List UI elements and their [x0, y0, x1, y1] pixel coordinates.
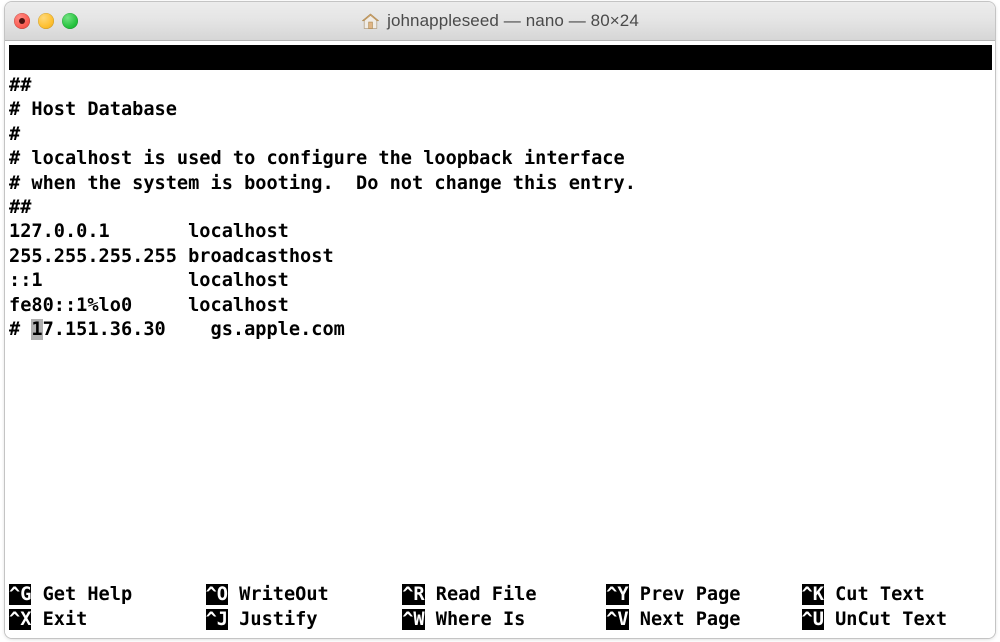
- nano-text-buffer[interactable]: ### Host Database## localhost is used to…: [9, 74, 992, 574]
- shortcut-key: ^J: [206, 609, 228, 630]
- shortcut-label: Exit: [31, 609, 87, 630]
- shortcut-where-is[interactable]: ^W Where Is: [402, 607, 525, 632]
- terminal-window: johnappleseed — nano — 80×24 GNU nano 2.…: [5, 2, 995, 638]
- shortcut-key: ^U: [802, 609, 824, 630]
- buffer-line[interactable]: # Host Database: [9, 98, 177, 122]
- shortcut-label: Get Help: [31, 584, 132, 605]
- buffer-line[interactable]: ##: [9, 74, 31, 98]
- minimize-button[interactable]: [38, 13, 54, 29]
- buffer-line[interactable]: 127.0.0.1 localhost: [9, 220, 289, 244]
- buffer-line[interactable]: #: [9, 123, 20, 147]
- shortcut-prev-page[interactable]: ^Y Prev Page: [606, 582, 740, 607]
- home-icon: [361, 12, 380, 31]
- shortcut-row-1: ^G Get Help ^O WriteOut ^R Read File ^Y Pre…: [9, 582, 992, 607]
- shortcut-label: Read File: [425, 584, 537, 605]
- shortcut-key: ^G: [9, 584, 31, 605]
- shortcut-label: Next Page: [629, 609, 741, 630]
- shortcut-label: Where Is: [425, 609, 526, 630]
- maximize-button[interactable]: [62, 13, 78, 29]
- shortcut-uncut-text[interactable]: ^U UnCut Text: [802, 607, 948, 632]
- buffer-line[interactable]: ##: [9, 196, 31, 220]
- buffer-line[interactable]: ::1 localhost: [9, 269, 289, 293]
- close-button[interactable]: [14, 13, 30, 29]
- shortcut-label: Prev Page: [629, 584, 741, 605]
- shortcut-label: Cut Text: [824, 584, 925, 605]
- nano-shortcut-bar: ^G Get Help ^O WriteOut ^R Read File ^Y Pre…: [9, 582, 992, 634]
- nano-titlebar: GNU nano 2.0.6 File: /private/etc/hosts …: [9, 45, 992, 70]
- shortcut-label: Justify: [228, 609, 318, 630]
- text-cursor: 1: [31, 319, 42, 340]
- shortcut-key: ^R: [402, 584, 424, 605]
- buffer-line[interactable]: # when the system is booting. Do not cha…: [9, 172, 636, 196]
- shortcut-get-help[interactable]: ^G Get Help: [9, 582, 132, 607]
- shortcut-next-page[interactable]: ^V Next Page: [606, 607, 740, 632]
- shortcut-writeout[interactable]: ^O WriteOut: [206, 582, 329, 607]
- buffer-line[interactable]: # localhost is used to configure the loo…: [9, 147, 625, 171]
- shortcut-read-file[interactable]: ^R Read File: [402, 582, 536, 607]
- shortcut-exit[interactable]: ^X Exit: [9, 607, 87, 632]
- shortcut-row-2: ^X Exit ^J Justify ^W Where Is ^V Next Page…: [9, 607, 992, 632]
- shortcut-key: ^V: [606, 609, 628, 630]
- window-controls: [14, 13, 78, 29]
- window-title-group: johnappleseed — nano — 80×24: [5, 2, 995, 40]
- buffer-line[interactable]: fe80::1%lo0 localhost: [9, 294, 289, 318]
- shortcut-label: UnCut Text: [824, 609, 947, 630]
- shortcut-label: WriteOut: [228, 584, 329, 605]
- shortcut-cut-text[interactable]: ^K Cut Text: [802, 582, 925, 607]
- window-titlebar[interactable]: johnappleseed — nano — 80×24: [5, 2, 995, 41]
- shortcut-key: ^W: [402, 609, 424, 630]
- shortcut-key: ^X: [9, 609, 31, 630]
- buffer-line[interactable]: 255.255.255.255 broadcasthost: [9, 245, 334, 269]
- terminal-screen[interactable]: GNU nano 2.0.6 File: /private/etc/hosts …: [5, 41, 995, 638]
- shortcut-key: ^Y: [606, 584, 628, 605]
- buffer-line[interactable]: # 17.151.36.30 gs.apple.com: [9, 318, 345, 342]
- shortcut-key: ^K: [802, 584, 824, 605]
- window-title: johnappleseed — nano — 80×24: [387, 11, 639, 31]
- shortcut-justify[interactable]: ^J Justify: [206, 607, 318, 632]
- shortcut-key: ^O: [206, 584, 228, 605]
